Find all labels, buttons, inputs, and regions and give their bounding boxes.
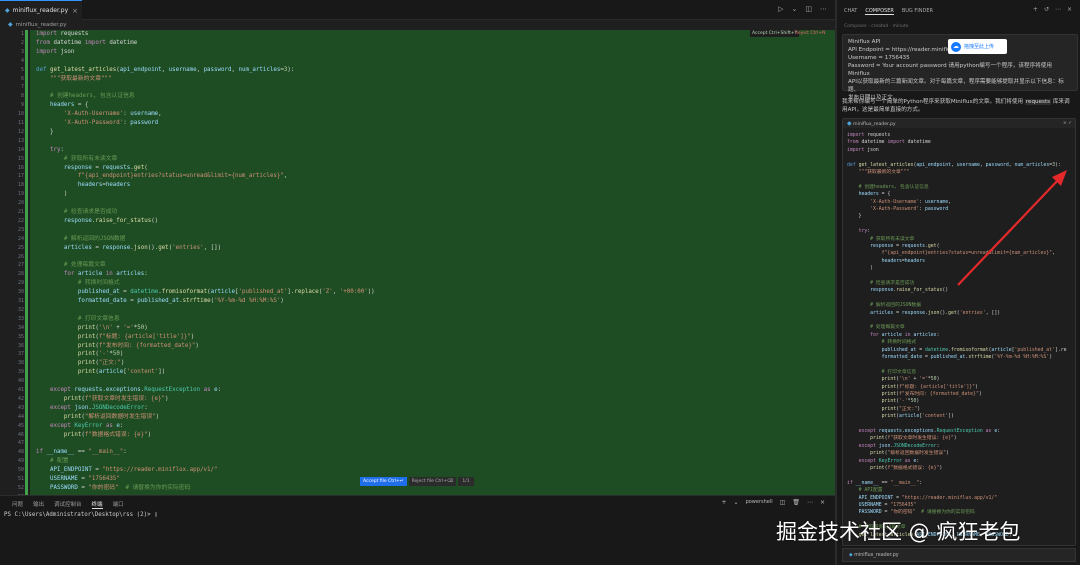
arrow-shaft <box>957 177 1061 286</box>
ide-window: ◆ miniflux_reader.py × ▷ ⌄ ◫ ⋯ ◆ miniflu… <box>0 0 1080 565</box>
red-arrow-annotation <box>957 170 1067 286</box>
watermark: 掘金技术社区 @ 疯狂老包 <box>776 520 1021 544</box>
